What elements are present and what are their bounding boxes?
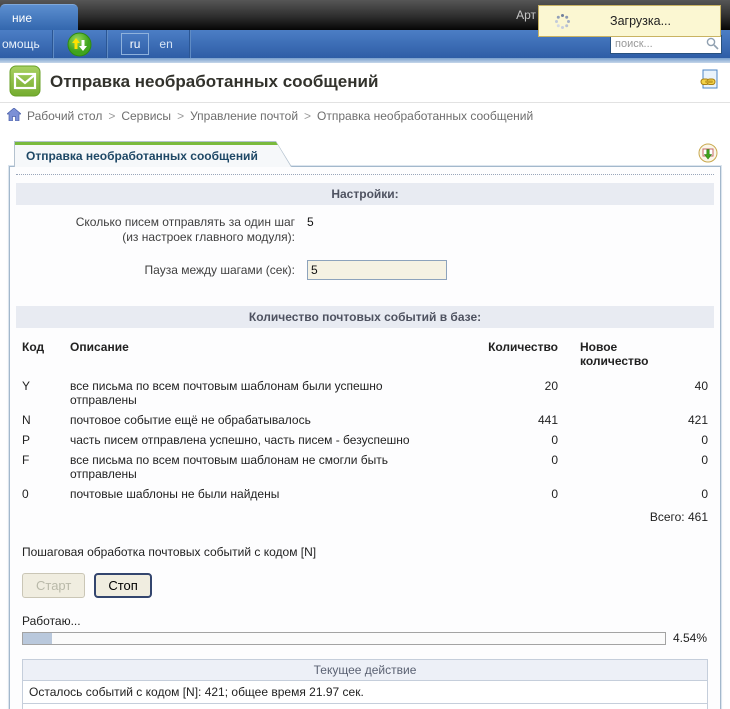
events-section-header: Количество почтовых событий в базе: xyxy=(16,306,714,328)
home-icon[interactable] xyxy=(7,108,21,124)
breadcrumb-item[interactable]: Управление почтой xyxy=(190,109,298,123)
user-label: Арт xyxy=(516,8,536,22)
lang-ru-button[interactable]: ru xyxy=(121,33,150,55)
col-count-header: Количество xyxy=(468,334,558,376)
top-nav-tab-label: ние xyxy=(12,11,32,25)
list-item: Осталось событий с кодом [N]: 421; общее… xyxy=(23,681,708,704)
pause-label: Пауза между шагами (сек): xyxy=(10,260,295,280)
loading-popup: Загрузка... xyxy=(538,5,721,37)
progress-bar xyxy=(22,632,666,645)
dotted-divider xyxy=(16,174,714,175)
loading-spinner-icon xyxy=(553,12,571,30)
breadcrumb-separator: > xyxy=(177,109,184,123)
toolbar-bottom-strip xyxy=(0,58,730,63)
title-divider xyxy=(0,102,730,103)
breadcrumb-item[interactable]: Сервисы xyxy=(121,109,171,123)
toolbar-divider xyxy=(189,30,190,58)
page: ние Арт Загрузка... омощь ru en xyxy=(0,0,730,709)
stop-button[interactable]: Стоп xyxy=(94,573,151,598)
total-row: Всего: 461 xyxy=(22,504,708,527)
letters-per-step-label: Сколько писем отправлять за один шаг (из… xyxy=(10,215,295,245)
settings-section-header: Настройки: xyxy=(16,183,714,205)
table-row: Pчасть писем отправлена успешно, часть п… xyxy=(22,430,708,450)
form-settings-icon[interactable] xyxy=(698,143,718,168)
content-box: Настройки: Сколько писем отправлять за о… xyxy=(9,166,721,709)
tab-label: Отправка необработанных сообщений xyxy=(15,142,291,163)
mail-icon xyxy=(9,65,41,102)
col-description-header: Описание xyxy=(70,334,468,376)
log-table: Текущее действие Осталось событий с кодо… xyxy=(22,659,708,709)
breadcrumb-separator: > xyxy=(304,109,311,123)
breadcrumb-item[interactable]: Отправка необработанных сообщений xyxy=(317,109,533,123)
letters-per-step-value: 5 xyxy=(295,215,314,245)
breadcrumb-item[interactable]: Рабочий стол xyxy=(27,109,102,123)
events-header-row: Код Описание Количество Новое количество xyxy=(22,334,708,376)
help-link[interactable]: омощь xyxy=(0,37,52,51)
breadcrumb-separator: > xyxy=(108,109,115,123)
lang-en-button[interactable]: en xyxy=(159,37,172,51)
progress-percent: 4.54% xyxy=(673,631,707,645)
log-header: Текущее действие xyxy=(23,660,708,681)
loading-text: Загрузка... xyxy=(571,14,720,28)
status-text: Работаю... xyxy=(22,614,708,628)
process-description: Пошаговая обработка почтовых событий с к… xyxy=(22,545,708,559)
search-icon[interactable] xyxy=(706,37,719,55)
progress-fill xyxy=(23,633,52,644)
table-row: Yвсе письма по всем почтовым шаблонам бы… xyxy=(22,376,708,410)
events-table: Код Описание Количество Новое количество… xyxy=(22,334,708,527)
table-row: Fвсе письма по всем почтовым шаблонам не… xyxy=(22,450,708,484)
sync-arrows-icon[interactable] xyxy=(67,32,92,57)
toolbar-divider xyxy=(52,30,53,58)
breadcrumb: Рабочий стол > Сервисы > Управление почт… xyxy=(7,108,723,124)
col-newcount-header: Новое количество xyxy=(558,334,708,376)
table-row: 0почтовые шаблоны не были найдены 00 xyxy=(22,484,708,504)
page-title: Отправка необработанных сообщений xyxy=(50,72,378,92)
pause-input[interactable] xyxy=(307,260,447,280)
table-row: Nпочтовое событие ещё не обрабатывалось … xyxy=(22,410,708,430)
tab-send-unprocessed[interactable]: Отправка необработанных сообщений xyxy=(14,141,292,167)
list-item: Осталось событий с кодом [N]: 426; общее… xyxy=(23,704,708,709)
link-icon[interactable] xyxy=(700,69,719,96)
tab-bar: Отправка необработанных сообщений xyxy=(9,141,721,167)
start-button[interactable]: Старт xyxy=(22,573,85,598)
top-nav-tab[interactable]: ние xyxy=(0,4,78,30)
toolbar-divider xyxy=(106,30,107,58)
col-code-header: Код xyxy=(22,334,70,376)
total-label: Всего: 461 xyxy=(22,504,708,527)
